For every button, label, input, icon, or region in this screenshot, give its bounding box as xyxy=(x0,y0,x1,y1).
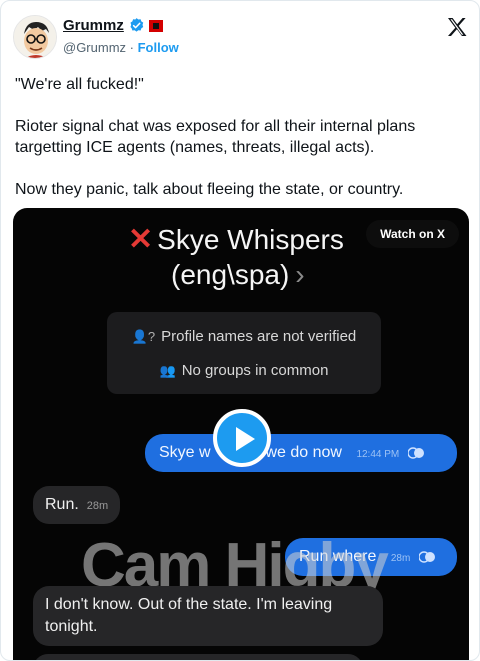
info-text-groups: No groups in common xyxy=(181,362,329,379)
author-handle[interactable]: @Grummz xyxy=(63,40,126,55)
x-logo-icon[interactable] xyxy=(445,15,469,39)
message-timestamp: 28m xyxy=(86,500,109,512)
message-text-continued: we do now xyxy=(265,444,342,461)
message-timestamp: 12:44 PM xyxy=(356,449,400,460)
message-incoming-cut-off xyxy=(33,654,363,660)
chat-subtitle-text: (eng\spa) xyxy=(171,259,290,290)
message-text: Skye w xyxy=(159,444,211,461)
info-line-profile: 👤? Profile names are not verified xyxy=(107,328,381,345)
tweet-text-line1: "We're all fucked!" xyxy=(15,76,144,93)
separator: · xyxy=(126,40,138,55)
groups-icon: 👥 xyxy=(159,363,176,378)
profile-question-icon: 👤? xyxy=(131,329,156,344)
video-player[interactable]: ✕ Skye Whispers (eng\spa) › Watch on X 👤?… xyxy=(13,208,469,660)
author-display-name[interactable]: Grummz xyxy=(63,17,124,34)
red-x-icon: ✕ xyxy=(128,223,154,256)
read-check-icon xyxy=(418,551,435,563)
message-text: Run. xyxy=(45,496,79,513)
avatar-cartoon-icon xyxy=(14,16,56,58)
message-incoming: Run. 28m xyxy=(33,486,121,524)
message-text: I don't know. Out of the state. I'm leav… xyxy=(45,596,333,635)
read-check-icon xyxy=(407,447,424,459)
info-text-profile: Profile names are not verified xyxy=(161,328,357,345)
chat-title-text: Skye Whispers xyxy=(157,223,344,255)
tweet-embed-card: Grummz @Grummz · Follow "We're all fucke… xyxy=(0,0,480,661)
tweet-text-line3: Now they panic, talk about fleeing the s… xyxy=(15,181,404,198)
message-timestamp: 28m xyxy=(390,553,411,564)
info-line-groups: 👥 No groups in common xyxy=(107,362,381,379)
chat-subtitle: (eng\spa) › xyxy=(171,259,305,291)
avatar[interactable] xyxy=(13,15,57,59)
chat-info-box: 👤? Profile names are not verified 👥 No gro… xyxy=(107,312,381,394)
watch-on-x-button[interactable]: Watch on X xyxy=(366,220,459,248)
follow-button[interactable]: Follow xyxy=(138,40,179,55)
handle-row: @Grummz · Follow xyxy=(63,40,179,55)
play-button[interactable] xyxy=(213,409,271,467)
message-incoming: I don't know. Out of the state. I'm leav… xyxy=(33,586,383,646)
verified-badge-icon xyxy=(130,18,144,32)
flag-icon xyxy=(148,19,163,32)
tweet-text-line2: Rioter signal chat was exposed for all t… xyxy=(15,118,416,156)
name-row: Grummz xyxy=(63,17,163,34)
chat-title: ✕ Skye Whispers xyxy=(128,222,344,257)
tweet-header: Grummz @Grummz · Follow xyxy=(13,13,469,61)
chevron-right-icon: › xyxy=(295,259,305,290)
play-icon xyxy=(236,427,255,451)
message-outgoing: Skye w we do now 12:44 PM xyxy=(145,434,457,472)
